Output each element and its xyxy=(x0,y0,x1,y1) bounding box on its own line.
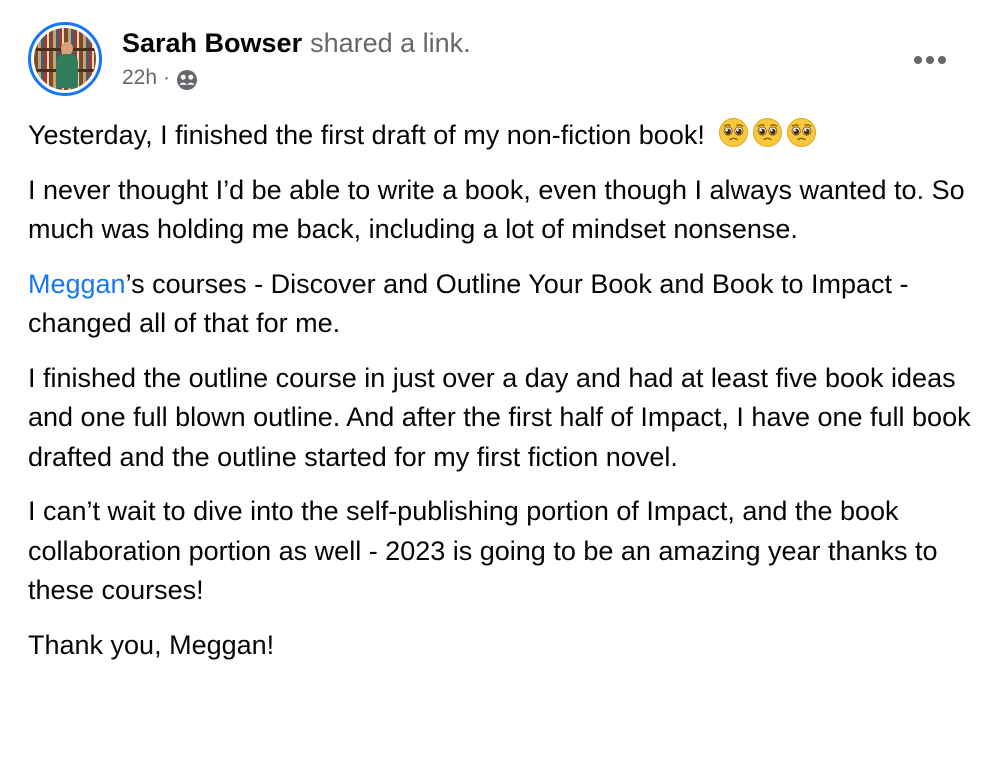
friends-icon[interactable] xyxy=(176,69,198,91)
avatar[interactable] xyxy=(28,22,102,96)
avatar-person xyxy=(56,42,78,88)
paragraph-1: Yesterday, I finished the first draft of… xyxy=(28,116,978,156)
pleading-face-emoji xyxy=(719,117,749,148)
paragraph-3: Meggan’s courses - Discover and Outline … xyxy=(28,265,978,344)
post-header: Sarah Bowser shared a link. 22h · xyxy=(28,22,471,96)
paragraph-4: I finished the outline course in just ov… xyxy=(28,362,971,472)
paragraph-1-text: Yesterday, I finished the first draft of… xyxy=(28,120,705,150)
avatar-photo xyxy=(34,28,96,90)
pleading-face-emoji xyxy=(787,117,817,148)
more-horizontal-icon xyxy=(914,56,946,64)
post-timestamp[interactable]: 22h xyxy=(122,66,157,90)
paragraph-6: Thank you, Meggan! xyxy=(28,629,275,660)
author-name[interactable]: Sarah Bowser xyxy=(122,28,302,58)
separator-dot: · xyxy=(163,66,171,89)
paragraph-5: I can’t wait to dive into the self-publi… xyxy=(28,496,938,605)
post-body: Yesterday, I finished the first draft of… xyxy=(28,116,978,680)
more-options-button[interactable] xyxy=(912,46,948,74)
post-action: shared a link. xyxy=(310,28,471,58)
post-card: Sarah Bowser shared a link. 22h · Yester… xyxy=(0,0,996,766)
pleading-face-emoji xyxy=(753,117,783,148)
mention-link-meggan[interactable]: Meggan xyxy=(28,269,126,299)
post-subline: 22h · xyxy=(122,64,471,92)
title-line: Sarah Bowser shared a link. xyxy=(122,24,471,62)
paragraph-2: I never thought I’d be able to write a b… xyxy=(28,174,965,245)
post-meta: Sarah Bowser shared a link. 22h · xyxy=(122,22,471,92)
paragraph-3-text: ’s courses - Discover and Outline Your B… xyxy=(28,268,909,339)
emoji-group xyxy=(718,117,817,148)
